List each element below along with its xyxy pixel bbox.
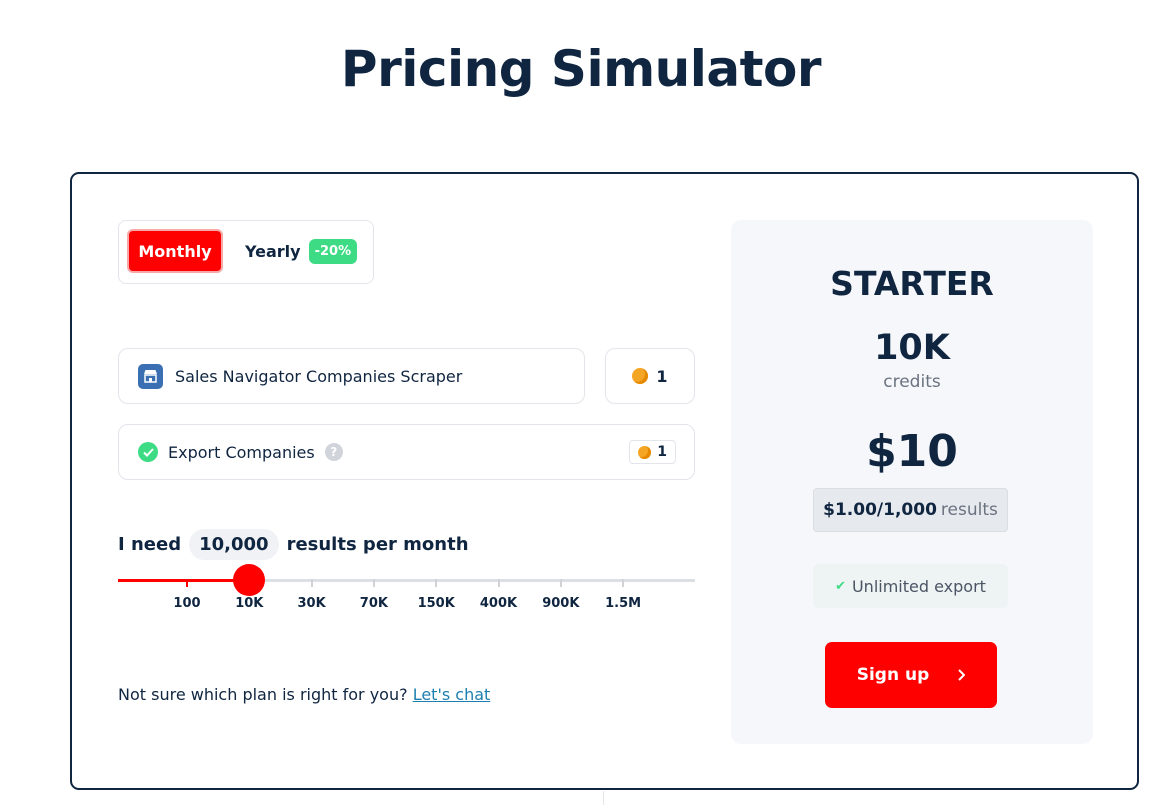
- sign-up-button[interactable]: Sign up: [825, 642, 997, 708]
- feature-badge: ✔ Unlimited export: [813, 564, 1008, 608]
- price-per-results-unit: results: [940, 500, 998, 520]
- price-per-results-value: $1.00/1,000: [823, 500, 937, 520]
- slider-tick-label: 30K: [297, 596, 326, 611]
- slider-tick-label: 400K: [479, 596, 518, 611]
- volume-prefix: I need: [118, 534, 182, 555]
- coin-icon: [638, 445, 652, 459]
- slider-tick-label: 10K: [235, 596, 264, 611]
- billing-toggle: Monthly Yearly -20%: [118, 220, 374, 284]
- slider-tick-label: 100: [173, 596, 201, 611]
- export-credit-cost: 1: [629, 440, 676, 464]
- volume-slider[interactable]: [118, 564, 695, 596]
- product-name: Sales Navigator Companies Scraper: [175, 366, 463, 386]
- product-credit-value: 1: [656, 366, 668, 386]
- plan-credits-label: credits: [883, 372, 941, 392]
- page-title: Pricing Simulator: [340, 40, 822, 98]
- slider-tick[interactable]: [435, 579, 438, 587]
- slider-fill: [118, 579, 250, 582]
- slider-tick[interactable]: [559, 579, 562, 587]
- yearly-label: Yearly: [245, 241, 301, 261]
- help-icon[interactable]: ?: [324, 443, 343, 461]
- export-label: Export Companies: [168, 442, 315, 462]
- product-credit-cost: 1: [605, 348, 695, 404]
- slider-tick-label: 70K: [359, 596, 388, 611]
- check-circle-icon: [138, 442, 158, 462]
- store-icon: [138, 363, 163, 389]
- plan-summary: STARTER 10K credits $10 $1.00/1,000 resu…: [731, 220, 1093, 744]
- slider-tick[interactable]: [372, 579, 375, 587]
- chevron-right-icon: [958, 669, 966, 681]
- help-text: Not sure which plan is right for you? Le…: [118, 685, 490, 704]
- slider-tick[interactable]: [497, 579, 500, 587]
- volume-input[interactable]: 10,000: [189, 529, 279, 560]
- monthly-button[interactable]: Monthly: [127, 229, 223, 273]
- sign-up-label: Sign up: [856, 665, 930, 685]
- slider-tick[interactable]: [622, 579, 625, 587]
- slider-tick-label: 900K: [542, 596, 580, 611]
- slider-tick-label: 1.5M: [605, 596, 642, 611]
- product-selector[interactable]: Sales Navigator Companies Scraper: [118, 348, 585, 404]
- slider-tick[interactable]: [186, 579, 188, 587]
- feature-label: Unlimited export: [851, 576, 986, 596]
- export-credit-value: 1: [657, 444, 667, 460]
- plan-price: $10: [866, 426, 958, 477]
- lets-chat-link[interactable]: Let's chat: [413, 685, 491, 704]
- volume-sentence: I need 10,000 results per month: [118, 529, 469, 560]
- coin-icon: [632, 368, 649, 384]
- yearly-button[interactable]: Yearly -20%: [245, 235, 358, 267]
- divider: [603, 791, 604, 805]
- price-per-results: $1.00/1,000 results: [813, 488, 1008, 532]
- slider-tick[interactable]: [310, 579, 313, 587]
- discount-badge: -20%: [308, 238, 358, 264]
- check-icon: ✔: [835, 578, 846, 594]
- slider-thumb[interactable]: [233, 564, 266, 596]
- pricing-card: Monthly Yearly -20% Sales Navigator Comp…: [70, 172, 1139, 790]
- volume-suffix: results per month: [286, 534, 469, 555]
- plan-name: STARTER: [830, 264, 994, 303]
- slider-tick-label: 150K: [417, 596, 455, 611]
- help-question: Not sure which plan is right for you?: [118, 685, 408, 704]
- plan-credits: 10K: [874, 328, 950, 368]
- export-option[interactable]: Export Companies ? 1: [118, 424, 695, 480]
